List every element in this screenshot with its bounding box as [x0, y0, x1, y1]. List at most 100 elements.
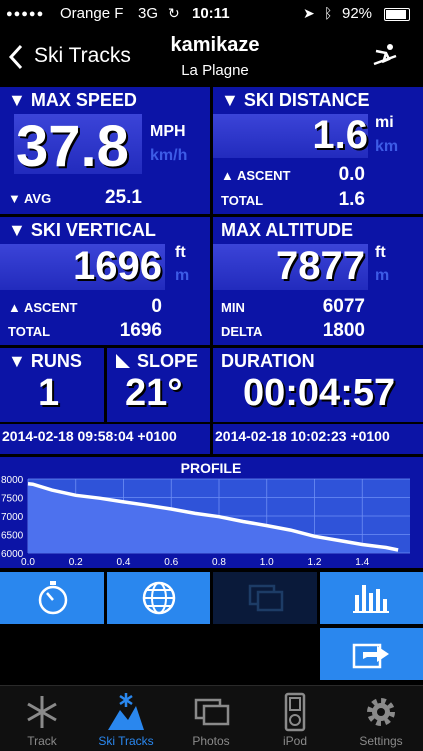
ski-vertical-unit-alt[interactable]: m [175, 267, 189, 285]
x-tick-label: 1.2 [308, 557, 322, 568]
delta-value: 1800 [322, 320, 365, 341]
start-timestamp: 2014-02-18 09:58:04 +0100 [2, 428, 177, 444]
max-speed-tile[interactable]: ▼ MAX SPEED 37.8 MPH km/h ▼ AVG 25.1 [0, 87, 210, 214]
max-speed-header: ▼ MAX SPEED [8, 90, 137, 110]
ski-distance-value: 1.6 [312, 113, 368, 157]
photos-icon [248, 584, 284, 612]
duration-tile[interactable]: DURATION 00:04:57 [213, 348, 423, 422]
tab-track[interactable]: Track [0, 688, 84, 750]
slope-tile[interactable]: SLOPE 21° [107, 348, 210, 422]
avg-label: ▼ AVG [8, 191, 52, 206]
page-title: kamikaze [170, 34, 260, 56]
distance-ascent-value: 0.0 [338, 164, 365, 185]
max-altitude-unit[interactable]: ft [375, 244, 386, 262]
y-tick-label: 7500 [1, 494, 24, 505]
snowflake-icon [27, 696, 57, 728]
slope-value: 21° [125, 372, 183, 414]
ski-distance-tile[interactable]: ▼ SKI DISTANCE 1.6 mi km ▲ ASCENT 0.0 TO… [213, 87, 423, 214]
max-speed-title: MAX SPEED [30, 90, 137, 110]
x-tick-label: 0.8 [212, 557, 226, 568]
x-tick-label: 0.0 [21, 557, 35, 568]
share-button[interactable] [320, 628, 423, 680]
stats-button[interactable] [320, 572, 423, 624]
ski-distance-header: ▼ SKI DISTANCE [221, 90, 370, 110]
photos-button[interactable] [213, 572, 317, 624]
stopwatch-icon [38, 581, 68, 615]
tab-track-label: Track [27, 734, 57, 748]
ski-distance-unit-alt[interactable]: km [375, 138, 398, 156]
vertical-total-value: 1696 [119, 320, 162, 341]
end-timestamp: 2014-02-18 10:02:23 +0100 [215, 428, 390, 444]
back-label: Ski Tracks [34, 44, 131, 67]
runs-tile[interactable]: ▼ RUNS 1 [0, 348, 104, 422]
min-value: 6077 [322, 296, 365, 317]
tab-ipod[interactable]: iPod [253, 688, 337, 750]
network-type: 3G [138, 5, 159, 22]
distance-total-label: TOTAL [221, 193, 264, 208]
ski-tracks-icon [108, 693, 144, 730]
y-tick-label: 7000 [1, 512, 24, 523]
max-altitude-title: MAX ALTITUDE [221, 220, 353, 240]
slope-icon [116, 354, 130, 368]
distance-ascent-label: ▲ ASCENT [221, 168, 291, 183]
runs-title: RUNS [30, 351, 82, 371]
carrier: Orange F [60, 5, 124, 22]
ski-vertical-header: ▼ SKI VERTICAL [8, 220, 156, 240]
bluetooth-icon: ᛒ [324, 5, 333, 21]
nav-bar: Ski Tracks kamikaze La Plagne [0, 28, 423, 86]
distance-total-value: 1.6 [338, 189, 365, 210]
chart-title: PROFILE [181, 460, 242, 476]
tab-settings[interactable]: Settings [339, 688, 423, 750]
duration-title: DURATION [221, 351, 315, 371]
profile-chart[interactable]: PROFILE 8000 7500 7000 6500 6000 0.0 0.2 0.4 0.6… [0, 457, 423, 568]
ipod-icon [284, 692, 306, 732]
photos-icon [194, 698, 230, 726]
signal-icon: ●●●●● [6, 8, 45, 20]
map-button[interactable] [107, 572, 210, 624]
runs-value: 1 [38, 372, 60, 414]
y-tick-label: 6500 [1, 531, 24, 542]
max-speed-unit-alt[interactable]: km/h [150, 147, 187, 165]
tab-photos[interactable]: Photos [169, 688, 253, 750]
vertical-ascent-value: 0 [151, 296, 162, 317]
tab-ipod-label: iPod [282, 734, 308, 748]
sync-icon: ↻ [168, 5, 180, 21]
profile-chart-svg: PROFILE 800075007000650060000.0 0.2 0.4 0.6… [1, 460, 410, 568]
x-tick-label: 0.6 [164, 557, 178, 568]
max-altitude-value: 7877 [276, 244, 365, 288]
min-label: MIN [221, 300, 245, 315]
bar-chart-icon [353, 585, 389, 613]
max-altitude-tile[interactable]: MAX ALTITUDE 7877 ft m MIN 6077 DELTA 18… [213, 217, 423, 345]
max-altitude-unit-alt[interactable]: m [375, 267, 389, 285]
slope-title: SLOPE [137, 351, 199, 371]
stopwatch-button[interactable] [0, 572, 104, 624]
gear-icon [367, 698, 395, 726]
x-tick-label: 0.2 [69, 557, 83, 568]
ski-vertical-title: SKI VERTICAL [30, 220, 156, 240]
max-speed-unit[interactable]: MPH [150, 123, 186, 141]
duration-value: 00:04:57 [243, 372, 396, 414]
ski-distance-unit[interactable]: mi [375, 114, 394, 132]
tab-photos-label: Photos [192, 734, 230, 748]
location-icon: ➤ [303, 5, 315, 21]
ski-vertical-tile[interactable]: ▼ SKI VERTICAL 1696 ft m ▲ ASCENT 0 TOTA… [0, 217, 210, 345]
skier-icon[interactable] [372, 42, 398, 68]
ski-vertical-unit[interactable]: ft [175, 244, 186, 262]
ski-distance-title: SKI DISTANCE [243, 90, 370, 110]
tab-ski-tracks-label: Ski Tracks [98, 734, 154, 748]
avg-value: 25.1 [105, 187, 142, 208]
tab-ski-tracks[interactable]: Ski Tracks [84, 688, 168, 750]
x-tick-label: 1.0 [260, 557, 274, 568]
battery-icon [384, 8, 410, 21]
delta-label: DELTA [221, 324, 263, 339]
vertical-ascent-label: ▲ ASCENT [8, 300, 78, 315]
y-tick-label: 8000 [1, 475, 24, 486]
runs-header: ▼ RUNS [8, 351, 82, 371]
battery-percent: 92% [342, 5, 373, 22]
globe-icon [142, 581, 176, 615]
max-speed-value: 37.8 [16, 114, 129, 179]
page-subtitle: La Plagne [181, 62, 249, 79]
ski-vertical-value: 1696 [73, 244, 162, 288]
share-icon [352, 643, 389, 669]
status-bar: ●●●●● Orange F 3G ↻ 10:11 ➤ ᛒ 92% [0, 0, 423, 28]
